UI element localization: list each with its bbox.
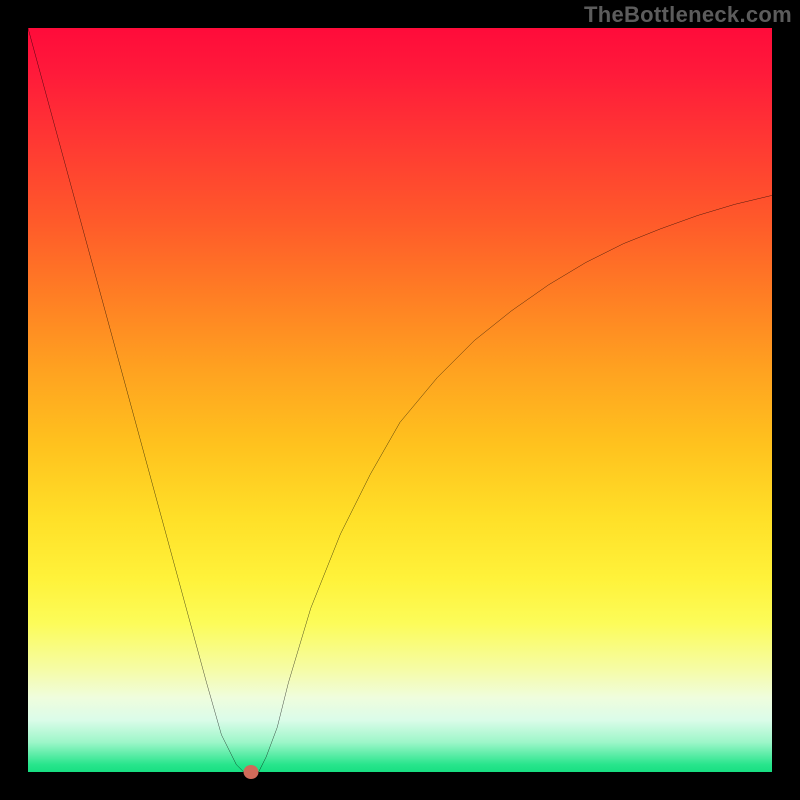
watermark-label: TheBottleneck.com bbox=[584, 2, 792, 28]
bottleneck-curve bbox=[28, 28, 772, 772]
plot-area bbox=[28, 28, 772, 772]
optimal-point-marker bbox=[244, 765, 259, 779]
chart-frame: TheBottleneck.com bbox=[0, 0, 800, 800]
